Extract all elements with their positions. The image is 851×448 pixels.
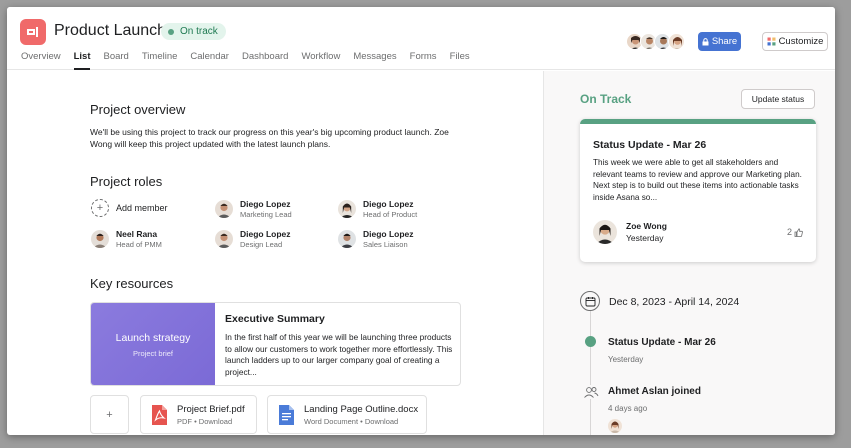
thumbs-up-icon — [794, 227, 803, 237]
file-attachment[interactable]: Landing Page Outline.docx Word Document … — [267, 395, 427, 434]
member-role: Design Lead — [240, 240, 283, 249]
like-button[interactable]: 2 — [787, 227, 803, 237]
file-meta: PDF • Download — [177, 416, 233, 426]
resources-heading: Key resources — [90, 276, 174, 291]
member-role: Marketing Lead — [240, 210, 292, 219]
download-link[interactable]: Download — [199, 417, 232, 426]
file-type: Word Document — [304, 416, 359, 426]
project-icon[interactable] — [20, 19, 46, 45]
member-role: Head of Product — [363, 210, 418, 219]
status-sidebar: On Track Update status Status Update - M… — [543, 71, 835, 435]
project-status-label: On Track — [580, 92, 632, 106]
project-brief-thumbnail[interactable]: Launch strategy Project brief — [91, 303, 215, 385]
overview-description[interactable]: We'll be using this project to track our… — [90, 126, 460, 150]
share-button[interactable]: Share — [698, 32, 741, 51]
status-update-card[interactable]: Status Update - Mar 26 This week we were… — [580, 119, 816, 262]
file-name: Project Brief.pdf — [177, 403, 245, 415]
calendar-icon — [580, 291, 600, 311]
member-joined-icon — [583, 385, 599, 399]
member-role: Sales Liaison — [363, 240, 408, 249]
add-resource-button[interactable]: + — [90, 395, 129, 434]
member-item[interactable]: Neel Rana Head of PMM — [91, 229, 162, 249]
lock-icon — [702, 37, 709, 45]
executive-summary-card[interactable]: Launch strategy Project brief Executive … — [90, 302, 461, 386]
like-count: 2 — [786, 227, 792, 237]
overview-main: Project overview We'll be using this pro… — [7, 71, 543, 435]
member-avatars[interactable] — [626, 33, 685, 50]
file-meta: Word Document • Download — [304, 416, 399, 426]
project-tabs: Overview List Board Timeline Calendar Da… — [21, 51, 483, 70]
timeline-line — [590, 311, 591, 435]
status-color-bar — [580, 119, 816, 124]
add-member-button[interactable]: + Add member — [91, 199, 168, 217]
status-update-dot-icon — [585, 336, 596, 347]
avatar — [215, 200, 233, 218]
status-badge-label: On track — [180, 26, 218, 37]
status-update-author: Zoe Wong Yesterday — [593, 220, 667, 244]
avatar — [608, 419, 622, 433]
member-role: Head of PMM — [116, 240, 162, 249]
status-update-text: This week we were able to get all stakeh… — [593, 158, 802, 202]
project-date-range[interactable]: Dec 8, 2023 - April 14, 2024 — [609, 296, 739, 308]
tab-messages[interactable]: Messages — [353, 51, 396, 70]
brief-subtitle: Project brief — [132, 349, 174, 358]
avatar — [338, 200, 356, 218]
brief-title: Launch strategy — [115, 332, 191, 344]
add-icon: + — [91, 199, 109, 217]
update-time: Yesterday — [626, 233, 664, 243]
word-document-icon — [279, 404, 294, 425]
summary-text: In the first half of this year we will b… — [225, 332, 453, 377]
tab-workflow[interactable]: Workflow — [301, 51, 340, 70]
pdf-file-icon — [152, 404, 167, 425]
member-name: Diego Lopez — [240, 199, 291, 209]
download-link[interactable]: Download — [365, 417, 398, 426]
summary-title: Executive Summary — [225, 313, 325, 325]
avatar — [668, 33, 685, 50]
roles-heading: Project roles — [90, 174, 163, 189]
file-attachment[interactable]: Project Brief.pdf PDF • Download — [140, 395, 257, 434]
avatar — [593, 220, 617, 244]
author-name: Zoe Wong — [626, 221, 667, 231]
add-member-label: Add member — [116, 203, 168, 213]
member-name: Diego Lopez — [363, 229, 414, 239]
avatar — [338, 230, 356, 248]
member-item[interactable]: Diego Lopez Design Lead — [215, 229, 291, 249]
file-type: PDF — [177, 416, 192, 426]
customize-button-label: Customize — [778, 36, 824, 47]
timeline-item-time: Yesterday — [608, 355, 644, 364]
file-name: Landing Page Outline.docx — [304, 403, 419, 415]
update-status-button[interactable]: Update status — [741, 89, 815, 109]
project-title[interactable]: Product Launch — [54, 22, 166, 40]
overview-heading: Project overview — [90, 102, 186, 117]
timeline-item-title[interactable]: Status Update - Mar 26 — [608, 337, 716, 348]
member-item[interactable]: Diego Lopez Head of Product — [338, 199, 417, 219]
member-name: Diego Lopez — [363, 199, 414, 209]
app-window: Product Launch On track Overview List Bo… — [7, 7, 835, 435]
status-dot-icon — [168, 28, 174, 35]
tab-timeline[interactable]: Timeline — [142, 51, 178, 70]
tab-overview[interactable]: Overview — [21, 51, 61, 70]
tab-dashboard[interactable]: Dashboard — [242, 51, 288, 70]
share-button-label: Share — [711, 36, 738, 47]
member-name: Diego Lopez — [240, 229, 291, 239]
timeline-item-time: 4 days ago — [608, 404, 648, 413]
customize-icon — [767, 37, 776, 46]
timeline-item-title[interactable]: Ahmet Aslan joined — [608, 386, 701, 397]
tab-files[interactable]: Files — [450, 51, 470, 70]
member-item[interactable]: Diego Lopez Marketing Lead — [215, 199, 292, 219]
tab-board[interactable]: Board — [103, 51, 128, 70]
status-update-title: Status Update - Mar 26 — [593, 139, 707, 151]
tab-calendar[interactable]: Calendar — [190, 51, 229, 70]
avatar — [215, 230, 233, 248]
tab-list[interactable]: List — [73, 51, 90, 70]
customize-button[interactable]: Customize — [762, 32, 828, 51]
member-name: Neel Rana — [116, 229, 158, 239]
avatar — [91, 230, 109, 248]
project-header: Product Launch On track Overview List Bo… — [7, 7, 835, 70]
member-item[interactable]: Diego Lopez Sales Liaison — [338, 229, 414, 249]
status-badge[interactable]: On track — [161, 23, 226, 40]
tab-forms[interactable]: Forms — [410, 51, 437, 70]
